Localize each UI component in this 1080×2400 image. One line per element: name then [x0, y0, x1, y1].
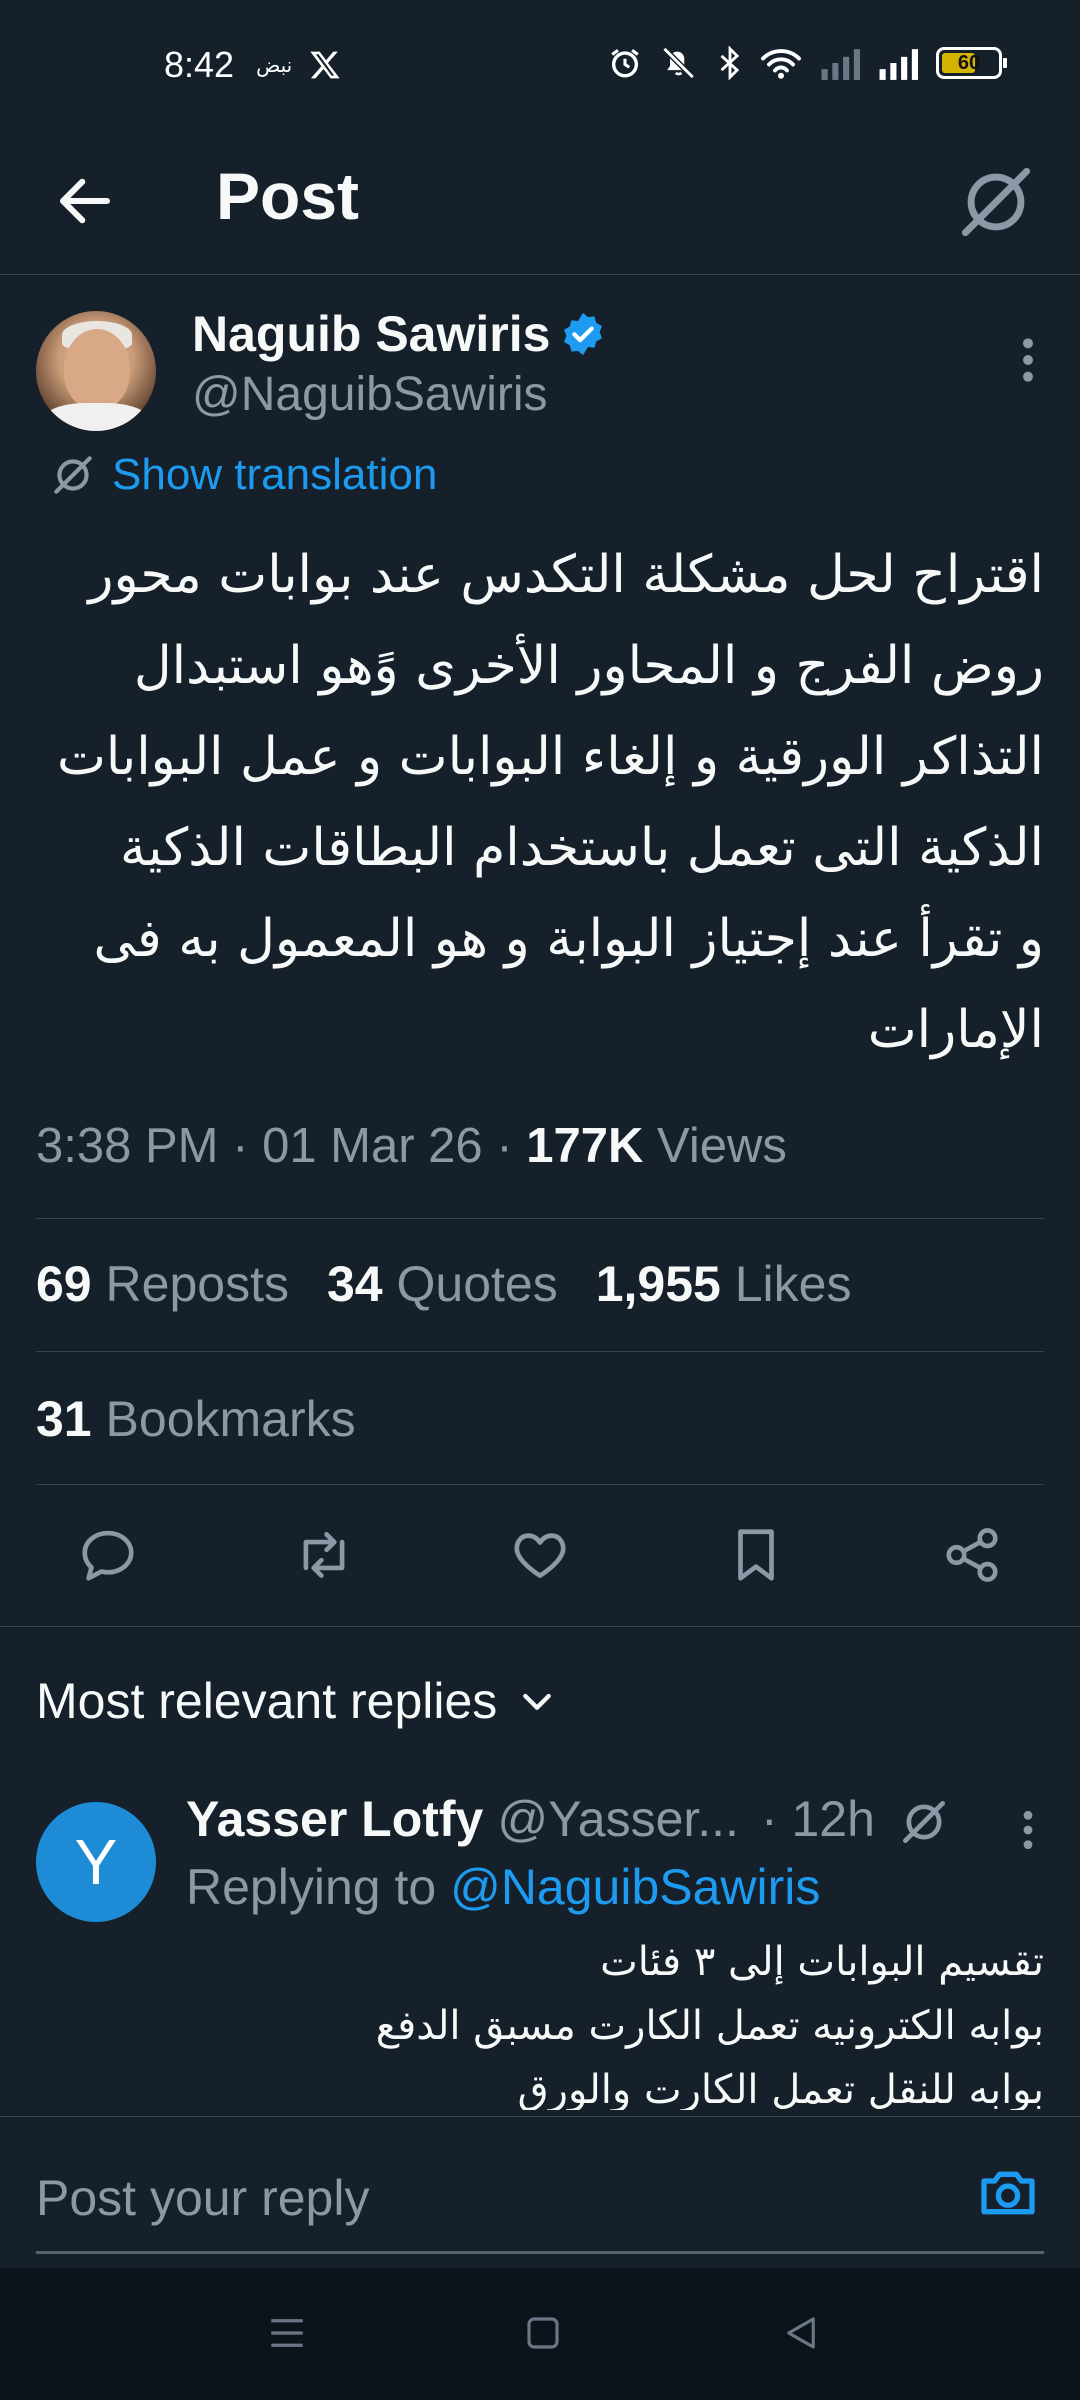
views-label: Views [657, 1119, 787, 1173]
post-text-line: اقتراح لحل مشكلة التكدس عند بوابات محور [88, 545, 1044, 605]
meta-separator: · [232, 1119, 249, 1173]
quotes-label: Quotes [396, 1256, 558, 1312]
bluetooth-icon [718, 46, 742, 80]
likes-stat[interactable]: 1,955 Likes [596, 1255, 852, 1313]
reposts-count: 69 [36, 1256, 92, 1312]
post-meta: 3:38 PM · 01 Mar 26 · 177K Views [36, 1118, 787, 1174]
home-square-icon[interactable] [522, 2312, 564, 2354]
signal-icon [878, 46, 918, 80]
author-name[interactable]: Naguib Sawiris [192, 305, 550, 363]
wifi-icon [760, 46, 802, 80]
bookmarks-stat[interactable]: 31 Bookmarks [36, 1390, 356, 1448]
status-bar: 8:42 نبض 60 [0, 0, 1080, 130]
reply-item[interactable]: Y Yasser Lotfy @Yasser... · 12h Replying… [36, 1790, 1044, 2110]
show-translation-button[interactable]: Show translation [48, 450, 437, 500]
system-nav-bar [0, 2268, 1080, 2400]
views-count: 177K [526, 1119, 644, 1173]
author-handle[interactable]: @NaguibSawiris [192, 367, 548, 422]
post-text-line: التذاكر الورقية و إلغاء البوابات و عمل ا… [56, 727, 1044, 787]
like-icon[interactable] [505, 1520, 575, 1590]
post-text: اقتراح لحل مشكلة التكدس عند بوابات محور … [36, 530, 1044, 1076]
reply-text-line: بوابه للنقل تعمل الكارت والورق [517, 2067, 1044, 2110]
bookmarks-label: Bookmarks [105, 1391, 356, 1447]
replies-sort-dropdown[interactable]: Most relevant replies [36, 1672, 557, 1730]
bookmarks-count: 31 [36, 1391, 92, 1447]
translate-icon [48, 450, 98, 500]
likes-count: 1,955 [595, 1256, 721, 1312]
more-options-icon[interactable] [1018, 335, 1038, 385]
post-text-line: و تقرأ عند إجتياز البوابة و هو المعمول ب… [93, 909, 1044, 969]
reply-text-line: بوابه الكترونيه تعمل الكارت مسبق الدفع [375, 2003, 1044, 2049]
divider [36, 1484, 1044, 1485]
translate-icon[interactable] [896, 1794, 952, 1850]
camera-icon[interactable] [976, 2161, 1040, 2225]
reply-time: · 12h [760, 1791, 875, 1847]
alarm-icon [608, 46, 642, 80]
meta-separator: · [496, 1119, 513, 1173]
menu-icon[interactable] [266, 2312, 308, 2354]
reply-input[interactable]: Post your reply [36, 2169, 369, 2227]
replying-to-handle[interactable]: @NaguibSawiris [450, 1859, 820, 1915]
replying-to: Replying to @NaguibSawiris [186, 1858, 820, 1916]
reply-author-name[interactable]: Yasser Lotfy [186, 1790, 483, 1848]
reply-icon[interactable] [73, 1520, 143, 1590]
avatar[interactable]: Y [36, 1802, 156, 1922]
signal-icon [820, 46, 860, 80]
translate-icon[interactable] [950, 156, 1042, 248]
post-text-line: روض الفرج و المحاور الأخرى وًهو استبدال [133, 636, 1044, 696]
replies-sort-label: Most relevant replies [36, 1673, 498, 1729]
status-small-text: نبض [256, 53, 293, 77]
arrow-left-icon[interactable] [52, 168, 118, 234]
status-time: 8:42 [164, 44, 235, 85]
divider [36, 1351, 1044, 1352]
back-triangle-icon[interactable] [780, 2312, 822, 2354]
show-translation-label: Show translation [112, 450, 438, 499]
author-name-row[interactable]: Naguib Sawiris [192, 305, 606, 363]
battery-level: 60 [957, 51, 981, 74]
divider [36, 1218, 1044, 1219]
page-title: Post [216, 159, 360, 233]
battery-icon: 60 [936, 47, 1007, 79]
reposts-label: Reposts [105, 1256, 289, 1312]
post-text-line: الإمارات [867, 1000, 1044, 1060]
reply-header: Yasser Lotfy @Yasser... · 12h [186, 1790, 875, 1848]
replying-prefix: Replying to [186, 1859, 437, 1915]
status-icons: 60 [608, 46, 1007, 80]
reposts-stat[interactable]: 69 Reposts [36, 1255, 289, 1313]
more-options-icon[interactable] [1018, 1808, 1038, 1852]
post-actions [0, 1520, 1080, 1590]
post-text-line: الذكية التى تعمل باستخدام البطاقات الذكي… [119, 818, 1044, 878]
quotes-stat[interactable]: 34 Quotes [327, 1255, 558, 1313]
chevron-down-icon [517, 1681, 557, 1721]
x-logo-icon [308, 49, 342, 81]
post-date: 01 Mar 26 [262, 1119, 483, 1173]
reply-text: تقسيم البوابات إلى ٣ فئات بوابه الكتروني… [186, 1930, 1044, 2110]
reply-composer: Post your reply [0, 2116, 1080, 2268]
divider [0, 1626, 1080, 1627]
repost-icon[interactable] [289, 1520, 359, 1590]
mute-icon [660, 46, 700, 80]
reply-text-line: تقسيم البوابات إلى ٣ فئات [600, 1939, 1044, 1985]
quotes-count: 34 [326, 1256, 383, 1312]
reply-author-handle[interactable]: @Yasser... [497, 1790, 739, 1848]
bookmark-icon[interactable] [721, 1520, 791, 1590]
verified-badge-icon [560, 311, 606, 357]
share-icon[interactable] [937, 1520, 1007, 1590]
composer-underline [36, 2251, 1044, 2254]
post-author: Naguib Sawiris @NaguibSawiris [36, 305, 1044, 435]
post-time: 3:38 PM [36, 1119, 219, 1173]
top-header: Post [0, 130, 1080, 275]
avatar[interactable] [36, 311, 156, 431]
engagement-stats: 69 Reposts 34 Quotes 1,955 Likes [36, 1255, 851, 1313]
likes-label: Likes [734, 1256, 852, 1312]
